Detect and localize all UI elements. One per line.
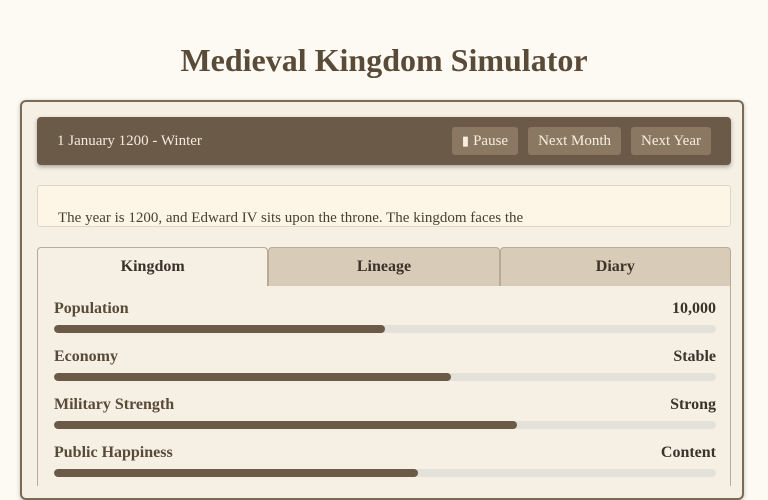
stat-economy: Economy Stable (54, 348, 716, 381)
progress-fill (54, 469, 419, 477)
progress-fill (54, 421, 518, 429)
stat-label: Economy (54, 348, 118, 365)
pause-icon: ▮ (461, 133, 470, 148)
tab-lineage[interactable]: Lineage (268, 247, 500, 287)
stat-value: Stable (673, 348, 716, 365)
stat-value: Strong (670, 396, 716, 413)
progress-fill (54, 325, 385, 333)
stat-label: Population (54, 300, 129, 317)
stat-label: Military Strength (54, 396, 175, 413)
next-month-button[interactable]: Next Month (528, 127, 621, 155)
tab-kingdom[interactable]: Kingdom (37, 247, 269, 287)
stat-value: 10,000 (672, 300, 716, 317)
progress-fill (54, 373, 452, 381)
time-toolbar: 1 January 1200 - Winter ▮ Pause Next Mont… (37, 117, 731, 165)
stat-public-happiness: Public Happiness Content (54, 444, 716, 477)
tab-diary[interactable]: Diary (499, 247, 731, 287)
pause-label: Pause (473, 133, 509, 149)
current-date: 1 January 1200 - Winter (57, 132, 202, 149)
time-controls: ▮ Pause Next Month Next Year (451, 127, 711, 155)
kingdom-panel: Population 10,000 Economy Stable Militar… (37, 286, 731, 486)
stat-value: Content (660, 444, 716, 461)
progress-bar (54, 469, 716, 477)
event-message-text: The year is 1200, and Edward IV sits upo… (58, 210, 524, 226)
page-title: Medieval Kingdom Simulator (180, 42, 588, 78)
pause-button[interactable]: ▮ Pause (451, 127, 519, 155)
progress-bar (54, 325, 716, 333)
progress-bar (54, 421, 716, 429)
stat-label: Public Happiness (54, 444, 173, 461)
stat-population: Population 10,000 (54, 300, 716, 333)
stat-military-strength: Military Strength Strong (54, 396, 716, 429)
tab-bar: Kingdom Lineage Diary (37, 247, 731, 287)
progress-bar (54, 373, 716, 381)
event-message-box: The year is 1200, and Edward IV sits upo… (37, 185, 731, 227)
next-year-button[interactable]: Next Year (631, 127, 711, 155)
